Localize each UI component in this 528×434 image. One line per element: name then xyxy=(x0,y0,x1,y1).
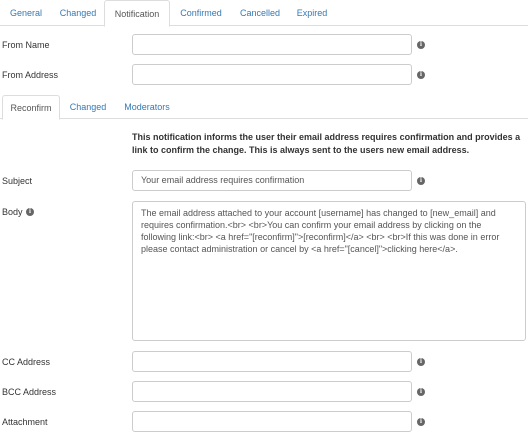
bcc-address-input[interactable] xyxy=(132,381,412,402)
from-name-label: From Name xyxy=(2,40,50,50)
body-textarea[interactable]: The email address attached to your accou… xyxy=(132,201,526,341)
attachment-input[interactable] xyxy=(132,411,412,432)
tab-notification[interactable]: Notification xyxy=(104,0,170,27)
from-address-input[interactable] xyxy=(132,64,412,85)
tab-confirmed[interactable]: Confirmed xyxy=(170,0,232,26)
attachment-info-icon[interactable] xyxy=(417,417,425,426)
from-name-input[interactable] xyxy=(132,34,412,55)
tab-expired[interactable]: Expired xyxy=(288,0,336,26)
body-info-icon[interactable] xyxy=(26,207,34,216)
notification-subtabs: Reconfirm Changed Moderators xyxy=(0,95,528,120)
from-name-info-icon[interactable] xyxy=(417,40,425,49)
bcc-address-info-icon[interactable] xyxy=(417,387,425,396)
subtab-moderators[interactable]: Moderators xyxy=(116,95,178,119)
bcc-address-label: BCC Address xyxy=(2,387,57,397)
cc-address-label: CC Address xyxy=(2,357,51,367)
subject-info-icon[interactable] xyxy=(417,176,425,185)
cc-address-info-icon[interactable] xyxy=(417,357,425,366)
from-address-label: From Address xyxy=(2,70,59,80)
notification-tabs: General Changed Notification Confirmed C… xyxy=(0,0,528,27)
subject-input[interactable]: Your email address requires confirmation xyxy=(132,170,412,191)
body-label: Body xyxy=(2,207,23,217)
from-address-info-icon[interactable] xyxy=(417,70,425,79)
attachment-label: Attachment xyxy=(2,417,48,427)
subject-label: Subject xyxy=(2,176,33,186)
tab-general[interactable]: General xyxy=(0,0,52,26)
subtab-changed[interactable]: Changed xyxy=(60,95,116,119)
tab-changed[interactable]: Changed xyxy=(52,0,104,26)
subtab-reconfirm[interactable]: Reconfirm xyxy=(2,95,60,120)
notification-description: This notification informs the user their… xyxy=(132,132,521,155)
tab-cancelled[interactable]: Cancelled xyxy=(232,0,288,26)
cc-address-input[interactable] xyxy=(132,351,412,372)
